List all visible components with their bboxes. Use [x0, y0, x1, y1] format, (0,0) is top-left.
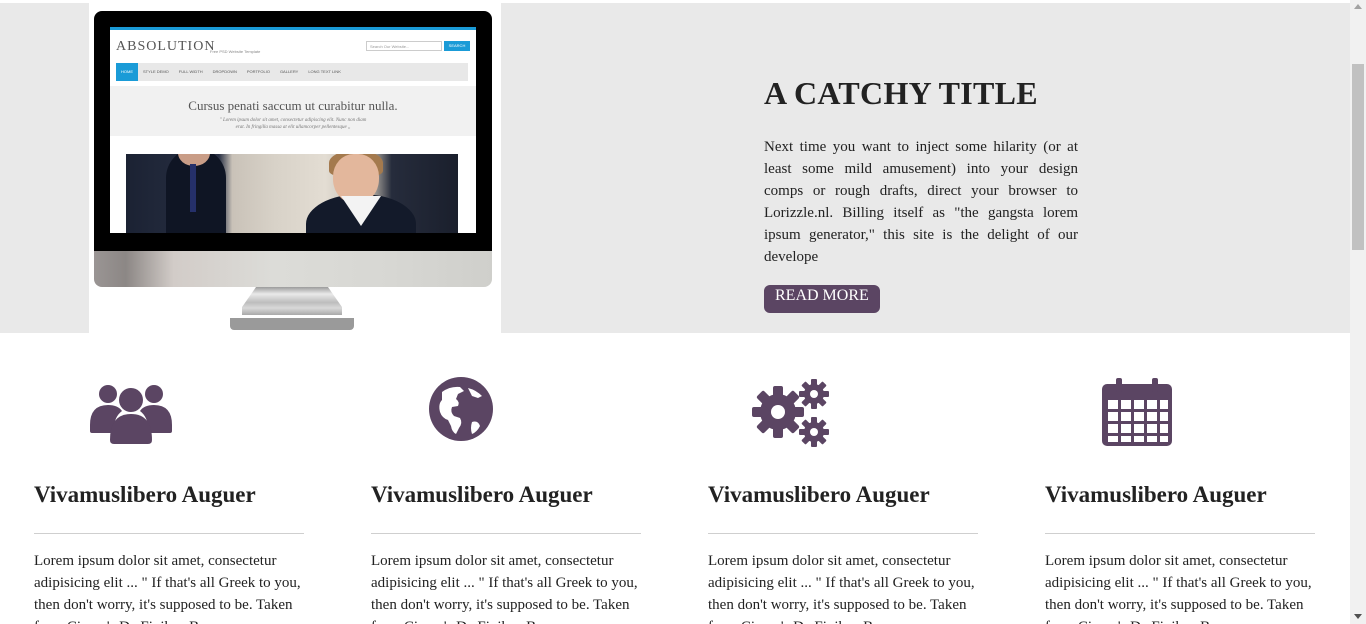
mockup-search-input: Search Our Website...	[366, 41, 442, 51]
feature-text: Lorem ipsum dolor sit amet, consectetur …	[1045, 553, 1312, 624]
mockup-nav-item: DROPDOWN	[212, 69, 237, 74]
monitor-bezel: ABSOLUTION Free PSD Website Template Sea…	[94, 11, 492, 251]
hero-section: ABSOLUTION Free PSD Website Template Sea…	[0, 3, 1350, 333]
mockup-nav-item: STYLE DEMO	[143, 69, 169, 74]
mockup-nav-item: HOME	[116, 63, 138, 81]
scrollbar-thumb[interactable]	[1352, 64, 1364, 250]
feature-title: Vivamuslibero Auguer	[371, 482, 593, 507]
monitor-chin	[94, 251, 492, 287]
mockup-nav-item: LONG TEXT LINK	[308, 69, 341, 74]
feature-title: Vivamuslibero Auguer	[1045, 482, 1267, 507]
scroll-up-arrow-icon[interactable]	[1354, 4, 1362, 9]
feature-divider	[371, 533, 641, 534]
feature-divider	[708, 533, 978, 534]
feature-title: Vivamuslibero Auguer	[34, 482, 256, 507]
mockup-search-button: SEARCH	[444, 41, 470, 51]
globe-icon	[429, 377, 493, 441]
feature-divider	[34, 533, 304, 534]
monitor-stand	[242, 287, 342, 315]
feature-text: Lorem ipsum dolor sit amet, consectetur …	[371, 553, 638, 624]
feature-divider	[1045, 533, 1315, 534]
feature-text: Lorem ipsum dolor sit amet, consectetur …	[34, 553, 301, 624]
mockup-logo: ABSOLUTION	[116, 39, 216, 54]
calendar-icon	[1102, 378, 1172, 446]
mockup-photo	[126, 154, 458, 233]
mockup-band-sub-1: " Lorem ipsum dolor sit amet, consectetu…	[219, 118, 367, 123]
mockup-nav-item: PORTFOLIO	[246, 69, 270, 74]
mockup-header: ABSOLUTION Free PSD Website Template Sea…	[110, 30, 476, 58]
vertical-scrollbar[interactable]	[1350, 0, 1366, 624]
mockup-nav-item: FULL WIDTH	[178, 69, 203, 74]
photo-figure	[190, 164, 196, 212]
mockup-logo-sub: Free PSD Website Template	[210, 49, 261, 54]
monitor-screen: ABSOLUTION Free PSD Website Template Sea…	[110, 27, 476, 233]
gears-icon	[752, 379, 829, 447]
feature-title: Vivamuslibero Auguer	[708, 482, 930, 507]
mockup-band-title: Cursus penati saccum ut curabitur nulla.	[188, 98, 398, 113]
read-more-button[interactable]: READ MORE	[764, 285, 880, 313]
hero-title: A CATCHY TITLE	[764, 75, 1038, 111]
monitor-base	[230, 318, 354, 330]
mockup-nav-item: GALLERY	[279, 69, 299, 74]
page-viewport: ABSOLUTION Free PSD Website Template Sea…	[0, 0, 1350, 624]
mockup-band: Cursus penati saccum ut curabitur nulla.…	[110, 86, 476, 136]
hero-text: Next time you want to inject some hilari…	[764, 139, 1078, 265]
users-icon	[90, 385, 172, 444]
scroll-down-arrow-icon[interactable]	[1354, 614, 1362, 619]
feature-text: Lorem ipsum dolor sit amet, consectetur …	[708, 553, 975, 624]
mockup-nav: HOME STYLE DEMO FULL WIDTH DROPDOWN PORT…	[116, 63, 468, 81]
mockup-band-sub-2: erat. In fringilla massa at elit ullamco…	[235, 125, 351, 130]
